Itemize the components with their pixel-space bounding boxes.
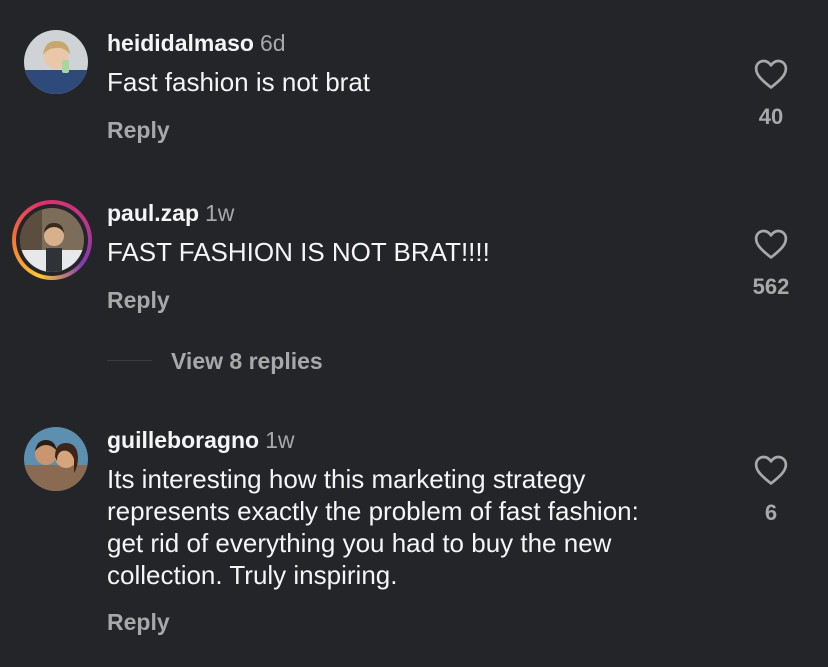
like-count: 6: [764, 500, 778, 525]
heart-outline-icon[interactable]: [754, 58, 788, 90]
username[interactable]: guilleboragno: [107, 427, 259, 453]
comment-text-line: represents exactly the problem of fast f…: [107, 496, 639, 526]
comment-header: guilleboragno 1w: [107, 427, 294, 454]
view-replies-label[interactable]: View 8 replies: [171, 348, 323, 375]
story-ring[interactable]: [12, 200, 92, 280]
comment-header: paul.zap 1w: [107, 200, 234, 227]
view-replies[interactable]: View 8 replies: [107, 348, 407, 378]
like-count: 562: [752, 274, 790, 299]
like-count: 40: [758, 104, 784, 129]
comment-text: FAST FASHION IS NOT BRAT!!!!: [107, 237, 490, 267]
avatar-photo-icon: [20, 208, 84, 272]
divider: [107, 360, 152, 361]
like-control: 562: [726, 228, 816, 300]
timestamp: 1w: [205, 200, 235, 226]
comment-text-line: Its interesting how this marketing strat…: [107, 464, 586, 494]
reply-button[interactable]: Reply: [107, 609, 170, 636]
comment-header: heididalmaso 6d: [107, 30, 286, 57]
like-control: 6: [726, 454, 816, 526]
comment-text-line: get rid of everything you had to buy the…: [107, 528, 612, 558]
username[interactable]: heididalmaso: [107, 30, 254, 56]
comment-text-line: collection. Truly inspiring.: [107, 560, 398, 590]
avatar-photo-icon: [24, 427, 88, 491]
timestamp: 1w: [265, 427, 295, 453]
heart-outline-icon[interactable]: [754, 228, 788, 260]
avatar-photo-icon: [24, 30, 88, 94]
reply-button[interactable]: Reply: [107, 287, 170, 314]
avatar[interactable]: [24, 427, 88, 491]
timestamp: 6d: [259, 30, 286, 56]
heart-outline-icon[interactable]: [754, 454, 788, 486]
username[interactable]: paul.zap: [107, 200, 199, 226]
reply-button[interactable]: Reply: [107, 117, 170, 144]
like-control: 40: [726, 58, 816, 130]
comment-text: Its interesting how this marketing strat…: [107, 463, 639, 591]
avatar[interactable]: [20, 208, 84, 272]
avatar[interactable]: [24, 30, 88, 94]
comment-text: Fast fashion is not brat: [107, 67, 371, 97]
